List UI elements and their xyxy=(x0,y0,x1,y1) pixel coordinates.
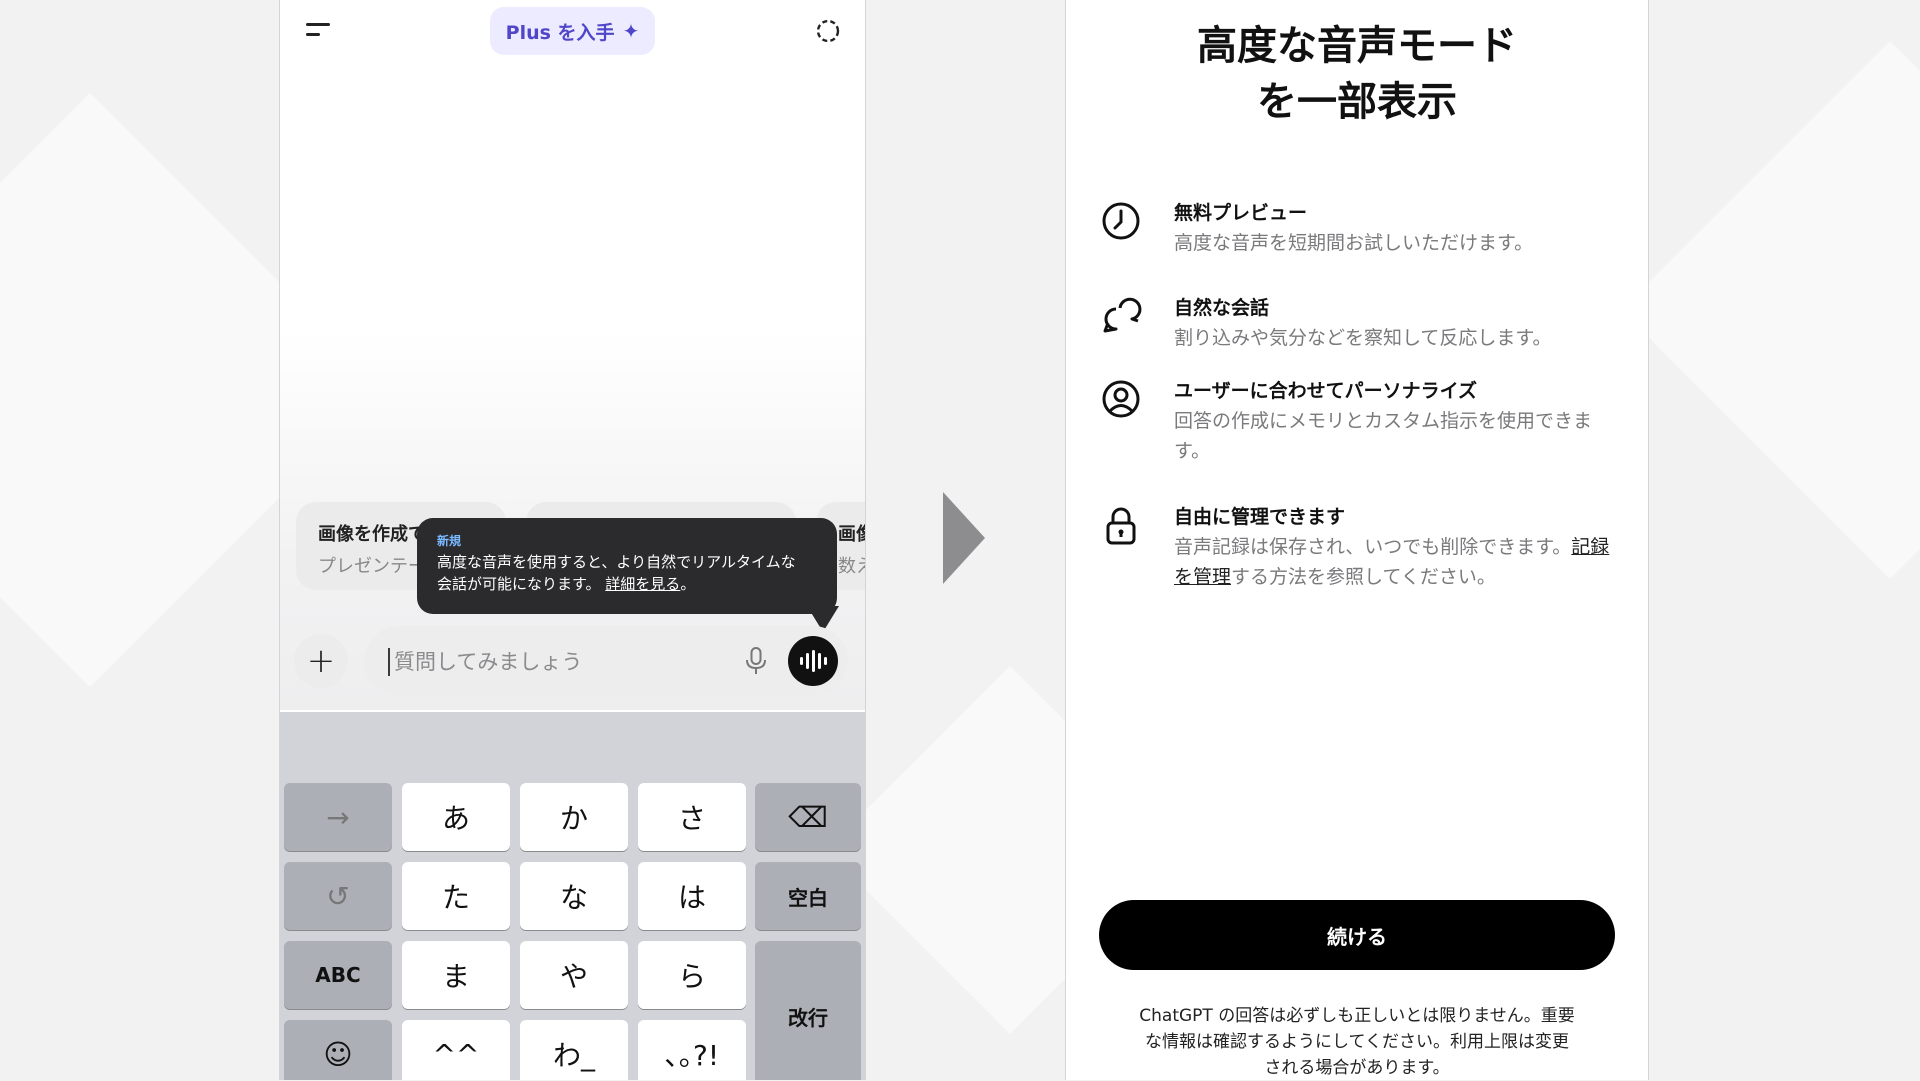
sparkle-icon: ✦ xyxy=(622,19,640,43)
tooltip-line2: 会話が可能になります。 xyxy=(437,575,601,593)
text-caret xyxy=(388,648,390,676)
page-title: 高度な音声モード を一部表示 xyxy=(1066,18,1648,130)
continue-button[interactable]: 続ける xyxy=(1099,900,1615,970)
plus-icon: + xyxy=(306,641,336,681)
suggestion-subtitle: 数え xyxy=(838,556,865,577)
keyboard: → あ か さ ⌫ ↺ た な は 空白 ABC ま や ら 改行 ☺ ^^ わ… xyxy=(280,712,865,1080)
undo-key[interactable]: ↺ xyxy=(284,862,392,930)
feature-desc: 割り込みや気分などを察知して反応します。 xyxy=(1174,327,1552,349)
clock-icon xyxy=(1102,202,1140,240)
chat-bubbles-icon xyxy=(1103,297,1142,333)
key[interactable]: た xyxy=(402,862,510,930)
get-plus-button[interactable]: Plus を入手 ✦ xyxy=(490,7,655,55)
tooltip-line1: 高度な音声を使用すると、より自然でリアルタイムな xyxy=(437,553,796,571)
lock-icon xyxy=(1106,507,1136,545)
microphone-icon[interactable] xyxy=(744,646,768,676)
feature-title: ユーザーに合わせてパーソナライズ xyxy=(1174,380,1478,402)
disclaimer-line3: される場合があります。 xyxy=(1264,1058,1450,1078)
key[interactable]: さ xyxy=(638,783,746,851)
advanced-voice-screen: 高度な音声モード を一部表示 無料プレビュー 高度な音声を短期間お試しいただけま… xyxy=(1065,0,1649,1080)
feature-desc: 音声記録は保存され、いつでも削除できます。記録を管理する方法を参照してください。 xyxy=(1174,532,1614,592)
tooltip-text: 高度な音声を使用すると、より自然でリアルタイムな 会話が可能になります。 詳細を… xyxy=(437,551,817,595)
new-chat-icon[interactable] xyxy=(815,18,841,44)
emoji-key[interactable]: ☺ xyxy=(284,1020,392,1080)
key[interactable]: ､｡?! xyxy=(638,1020,746,1080)
feature-desc-text: 音声記録は保存され、いつでも削除できます。 xyxy=(1174,536,1572,558)
feature-desc-text: する方法を参照してください。 xyxy=(1231,566,1496,588)
user-circle-icon xyxy=(1102,380,1140,418)
add-attachment-button[interactable]: + xyxy=(294,634,348,688)
key[interactable]: ま xyxy=(402,941,510,1009)
get-plus-label: Plus を入手 xyxy=(505,21,615,44)
tooltip-end: 。 xyxy=(680,575,696,593)
background-shape xyxy=(1621,41,1920,579)
key[interactable]: は xyxy=(638,862,746,930)
new-badge: 新規 xyxy=(437,534,462,548)
title-line2: を一部表示 xyxy=(1257,79,1457,125)
feature-title: 無料プレビュー xyxy=(1174,202,1308,224)
disclaimer-line1: ChatGPT の回答は必ずしも正しいとは限りません。重要 xyxy=(1139,1006,1575,1026)
chat-screen: Plus を入手 ✦ 画像を作成て プレゼンテー 画像 数え 新規 高度な音声を… xyxy=(279,0,866,1080)
key[interactable]: ら xyxy=(638,941,746,1009)
suggestion-title: 画像 xyxy=(838,524,865,545)
arrow-right-icon xyxy=(943,492,985,584)
key[interactable]: ^^ xyxy=(402,1020,510,1080)
abc-key[interactable]: ABC xyxy=(284,941,392,1009)
key[interactable]: あ xyxy=(402,783,510,851)
space-key[interactable]: 空白 xyxy=(755,862,861,930)
voice-tooltip: 新規 高度な音声を使用すると、より自然でリアルタイムな 会話が可能になります。 … xyxy=(417,518,837,614)
feature-title: 自由に管理できます xyxy=(1174,506,1346,528)
key[interactable]: わ_ xyxy=(520,1020,628,1080)
feature-desc: 高度な音声を短期間お試しいただけます。 xyxy=(1174,232,1534,254)
return-key[interactable]: 改行 xyxy=(755,941,861,1080)
menu-icon[interactable] xyxy=(306,20,336,44)
key-next[interactable]: → xyxy=(284,783,392,851)
title-line1: 高度な音声モード xyxy=(1197,23,1517,69)
disclaimer-text: ChatGPT の回答は必ずしも正しいとは限りません。重要 な情報は確認するよう… xyxy=(1106,1003,1608,1081)
voice-mode-button[interactable] xyxy=(788,636,838,686)
key[interactable]: や xyxy=(520,941,628,1009)
disclaimer-line2: な情報は確認するようにしてください。利用上限は変更 xyxy=(1145,1032,1569,1052)
key[interactable]: か xyxy=(520,783,628,851)
feature-title: 自然な会話 xyxy=(1174,297,1270,319)
feature-desc: 回答の作成にメモリとカスタム指示を使用できます。 xyxy=(1174,410,1593,462)
message-input[interactable]: 質問してみましょう xyxy=(364,626,848,696)
backspace-key[interactable]: ⌫ xyxy=(755,783,861,851)
key[interactable]: な xyxy=(520,862,628,930)
message-placeholder: 質問してみましょう xyxy=(394,650,583,674)
learn-more-link[interactable]: 詳細を見る xyxy=(605,575,680,593)
